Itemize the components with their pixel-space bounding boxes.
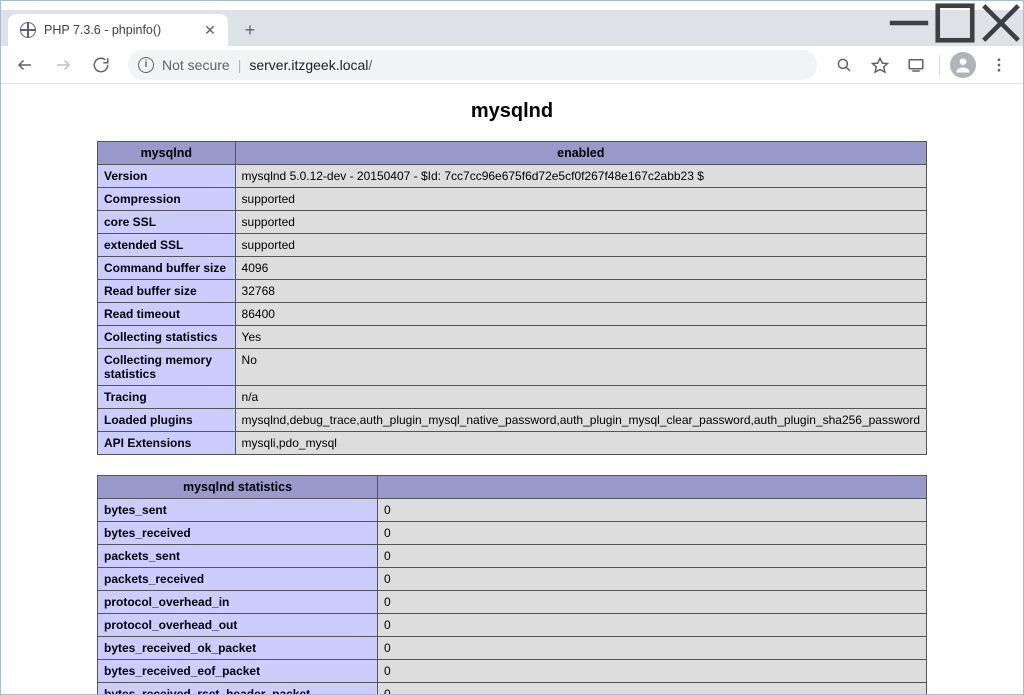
row-value: 0 xyxy=(378,637,927,660)
table-row: packets_sent0 xyxy=(98,545,927,568)
table-row: Collecting memory statisticsNo xyxy=(98,349,927,386)
tab-strip: PHP 7.3.6 - phpinfo() ✕ + xyxy=(0,10,1024,46)
table-header-left: mysqlnd xyxy=(98,142,236,165)
row-key: bytes_sent xyxy=(98,499,378,522)
row-key: Compression xyxy=(98,188,236,211)
close-tab-button[interactable]: ✕ xyxy=(202,22,218,38)
table-row: extended SSLsupported xyxy=(98,234,927,257)
table-row: bytes_received_ok_packet0 xyxy=(98,637,927,660)
bookmark-icon[interactable] xyxy=(863,50,897,80)
table-row: core SSLsupported xyxy=(98,211,927,234)
row-key: packets_received xyxy=(98,568,378,591)
row-value: 0 xyxy=(378,614,927,637)
cast-icon[interactable] xyxy=(899,50,933,80)
row-key: Collecting statistics xyxy=(98,326,236,349)
reload-button[interactable] xyxy=(84,50,118,80)
window-controls xyxy=(886,8,1024,38)
row-value: supported xyxy=(235,188,926,211)
tab-title: PHP 7.3.6 - phpinfo() xyxy=(44,23,194,37)
phpinfo-content: mysqlnd mysqlnd enabled Versionmysqlnd 5… xyxy=(97,84,927,695)
table-row: bytes_received_rset_header_packet0 xyxy=(98,683,927,695)
url-display: server.itzgeek.local/ xyxy=(249,57,372,73)
table-row: Tracingn/a xyxy=(98,386,927,409)
table-row: packets_received0 xyxy=(98,568,927,591)
table-row: protocol_overhead_in0 xyxy=(98,591,927,614)
toolbar: i Not secure | server.itzgeek.local/ xyxy=(0,46,1024,84)
row-key: bytes_received_rset_header_packet xyxy=(98,683,378,695)
row-value: mysqli,pdo_mysql xyxy=(235,432,926,455)
row-value: 0 xyxy=(378,545,927,568)
row-key: bytes_received_ok_packet xyxy=(98,637,378,660)
row-value: 0 xyxy=(378,522,927,545)
zoom-icon[interactable] xyxy=(827,50,861,80)
table-row: Loaded pluginsmysqlnd,debug_trace,auth_p… xyxy=(98,409,927,432)
address-bar[interactable]: i Not secure | server.itzgeek.local/ xyxy=(128,50,817,80)
row-value: mysqlnd,debug_trace,auth_plugin_mysql_na… xyxy=(235,409,926,432)
row-value: supported xyxy=(235,234,926,257)
stats-header-blank xyxy=(378,476,927,499)
table-row: protocol_overhead_out0 xyxy=(98,614,927,637)
minimize-button[interactable] xyxy=(886,8,932,38)
close-window-button[interactable] xyxy=(978,8,1024,38)
address-divider: | xyxy=(238,57,242,73)
toolbar-separator xyxy=(939,55,940,75)
security-status: Not secure xyxy=(162,57,230,73)
row-key: Version xyxy=(98,165,236,188)
section-title: mysqlnd xyxy=(97,100,927,123)
menu-button[interactable] xyxy=(982,50,1016,80)
row-key: protocol_overhead_in xyxy=(98,591,378,614)
table-row: bytes_sent0 xyxy=(98,499,927,522)
globe-icon xyxy=(20,22,36,38)
row-value: 0 xyxy=(378,660,927,683)
table-row: Command buffer size4096 xyxy=(98,257,927,280)
row-key: API Extensions xyxy=(98,432,236,455)
row-value: No xyxy=(235,349,926,386)
row-value: 0 xyxy=(378,683,927,695)
row-value: 0 xyxy=(378,591,927,614)
row-value: Yes xyxy=(235,326,926,349)
row-key: packets_sent xyxy=(98,545,378,568)
table-row: Versionmysqlnd 5.0.12-dev - 20150407 - $… xyxy=(98,165,927,188)
row-value: 32768 xyxy=(235,280,926,303)
table-row: Read timeout86400 xyxy=(98,303,927,326)
info-icon: i xyxy=(138,57,154,73)
table-row: Read buffer size32768 xyxy=(98,280,927,303)
forward-button[interactable] xyxy=(46,50,80,80)
row-key: protocol_overhead_out xyxy=(98,614,378,637)
page-viewport[interactable]: mysqlnd mysqlnd enabled Versionmysqlnd 5… xyxy=(0,84,1024,695)
table-row: Compressionsupported xyxy=(98,188,927,211)
row-key: Loaded plugins xyxy=(98,409,236,432)
back-button[interactable] xyxy=(8,50,42,80)
new-tab-button[interactable]: + xyxy=(236,16,264,44)
stats-header: mysqlnd statistics xyxy=(98,476,378,499)
row-value: 0 xyxy=(378,568,927,591)
row-value: supported xyxy=(235,211,926,234)
profile-button[interactable] xyxy=(946,50,980,80)
row-value: mysqlnd 5.0.12-dev - 20150407 - $Id: 7cc… xyxy=(235,165,926,188)
row-value: 86400 xyxy=(235,303,926,326)
toolbar-right xyxy=(827,50,1016,80)
row-key: Collecting memory statistics xyxy=(98,349,236,386)
window-title-bar xyxy=(0,0,1024,10)
row-key: core SSL xyxy=(98,211,236,234)
row-key: bytes_received xyxy=(98,522,378,545)
browser-tab[interactable]: PHP 7.3.6 - phpinfo() ✕ xyxy=(8,14,228,46)
table-row: bytes_received0 xyxy=(98,522,927,545)
row-value: 0 xyxy=(378,499,927,522)
row-value: 4096 xyxy=(235,257,926,280)
table-row: Collecting statisticsYes xyxy=(98,326,927,349)
row-value: n/a xyxy=(235,386,926,409)
row-key: Tracing xyxy=(98,386,236,409)
mysqlnd-table: mysqlnd enabled Versionmysqlnd 5.0.12-de… xyxy=(97,141,927,455)
table-header-right: enabled xyxy=(235,142,926,165)
row-key: extended SSL xyxy=(98,234,236,257)
row-key: Read timeout xyxy=(98,303,236,326)
mysqlnd-statistics-table: mysqlnd statistics bytes_sent0bytes_rece… xyxy=(97,475,927,695)
maximize-button[interactable] xyxy=(932,8,978,38)
table-row: bytes_received_eof_packet0 xyxy=(98,660,927,683)
row-key: Read buffer size xyxy=(98,280,236,303)
row-key: bytes_received_eof_packet xyxy=(98,660,378,683)
table-row: API Extensionsmysqli,pdo_mysql xyxy=(98,432,927,455)
row-key: Command buffer size xyxy=(98,257,236,280)
